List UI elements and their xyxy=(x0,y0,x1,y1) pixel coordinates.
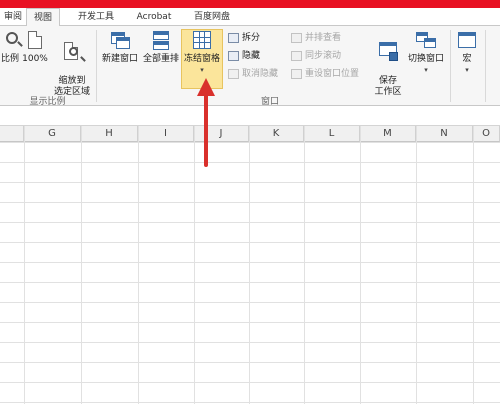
annotation-arrow xyxy=(197,78,215,167)
